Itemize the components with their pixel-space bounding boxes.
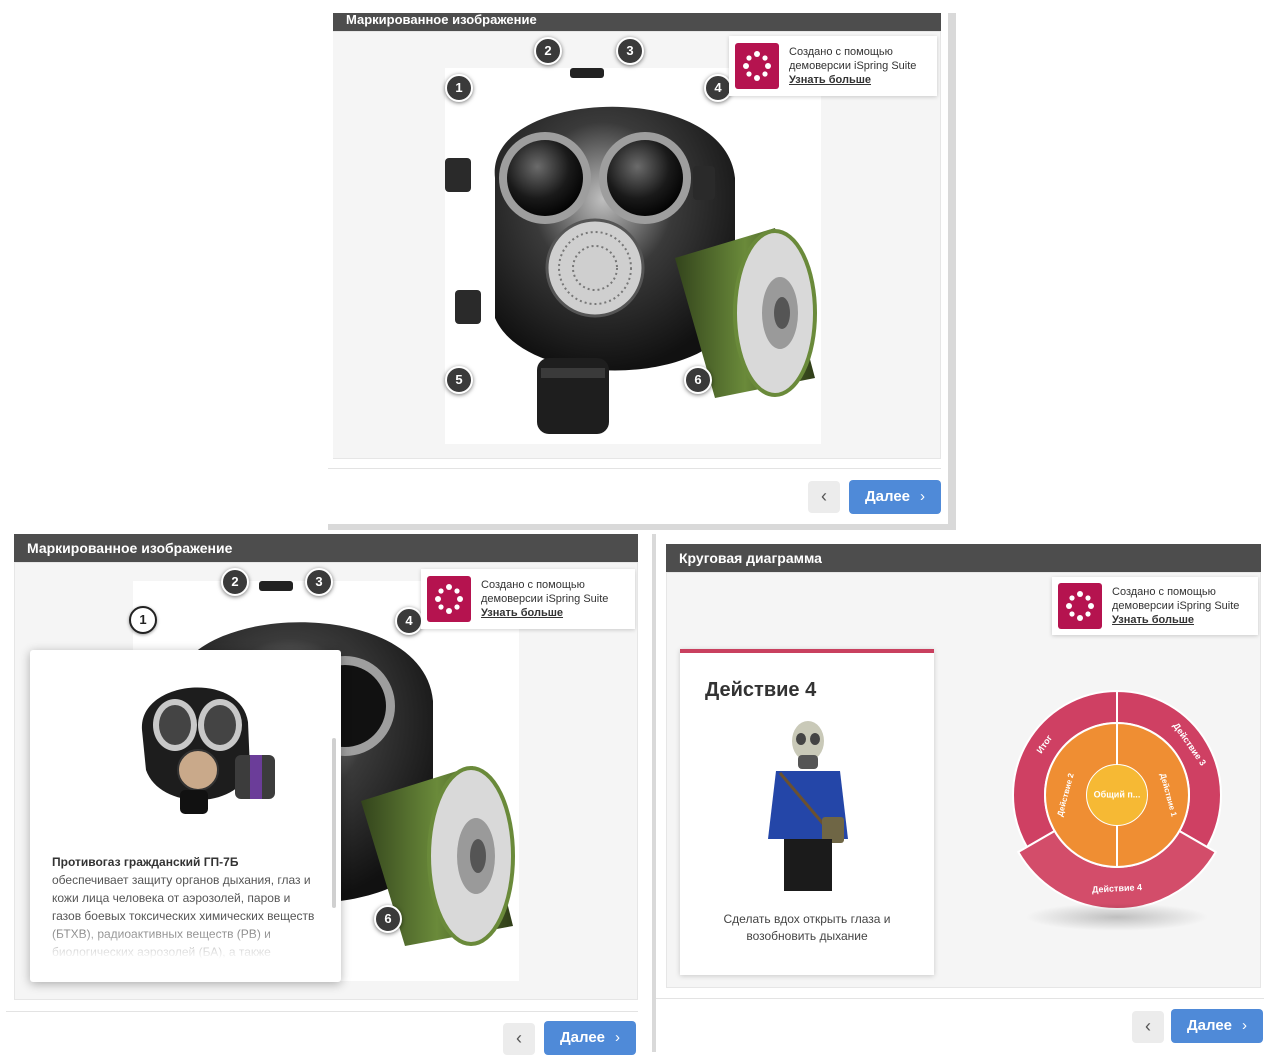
learn-more-link[interactable]: Узнать больше (481, 606, 608, 620)
ispring-demo-badge: Создано с помощью демоверсии iSpring Sui… (1052, 577, 1258, 635)
next-button[interactable]: Далее › (1171, 1009, 1263, 1043)
badge-line-2: демоверсии iSpring Suite (1112, 600, 1240, 612)
badge-line-1: Создано с помощью (481, 579, 585, 591)
marker-4[interactable]: 4 (395, 607, 423, 635)
slide-title-bar: Маркированное изображение (333, 13, 941, 31)
badge-text: Создано с помощью демоверсии iSpring Sui… (481, 578, 608, 620)
footer-divider (6, 1011, 638, 1012)
next-button[interactable]: Далее › (849, 480, 941, 514)
marker-5[interactable]: 5 (445, 366, 473, 394)
gas-mask-illustration (445, 68, 817, 434)
prev-button[interactable]: ‹ (808, 481, 840, 513)
panel-right-edge (948, 13, 956, 530)
chart-stage: Создано с помощью демоверсии iSpring Sui… (666, 572, 1261, 988)
marker-6[interactable]: 6 (684, 366, 712, 394)
radial-chart: Общий п... Действие 2 Действие 1 Итог Действ… (987, 665, 1247, 965)
info-card: Действие 4 Сделать вдох открыть глаза и … (680, 649, 934, 975)
popup-title: Противогаз гражданский ГП-7Б (52, 855, 239, 869)
bottom-right-slide-panel: Круговая диаграмма Создано с помощью дем… (656, 534, 1264, 1052)
learn-more-link[interactable]: Узнать больше (1112, 613, 1239, 627)
popup-description: обеспечивает защиту органов дыхания, гла… (52, 873, 315, 959)
chart-shadow (1025, 903, 1209, 931)
ispring-demo-badge: Создано с помощью демоверсии iSpring Sui… (729, 36, 937, 96)
badge-line-2: демоверсии iSpring Suite (481, 593, 609, 605)
gas-mask-image (445, 68, 821, 444)
footer-divider (656, 998, 1264, 999)
popup-scrollbar[interactable] (332, 738, 336, 908)
card-photo (758, 719, 858, 899)
slide-title: Маркированное изображение (27, 540, 233, 556)
badge-line-1: Создано с помощью (1112, 586, 1216, 598)
card-caption-line-1: Сделать вдох открыть глаза и (723, 912, 891, 926)
gas-mask-photo (141, 687, 275, 814)
badge-line-2: демоверсии iSpring Suite (789, 60, 917, 72)
ispring-logo-icon (1058, 583, 1102, 629)
marker-3[interactable]: 3 (305, 568, 333, 596)
next-button-label: Далее (1186, 1017, 1233, 1034)
learn-more-link[interactable]: Узнать больше (789, 73, 916, 87)
center-label: Общий п... (1094, 789, 1141, 799)
slide-title-bar: Маркированное изображение (14, 534, 638, 562)
panel-bottom-edge (328, 524, 956, 530)
slide-title: Маркированное изображение (346, 12, 537, 27)
next-button-label: Далее (864, 488, 911, 505)
card-caption-line-2: возобновить дыхание (746, 929, 868, 943)
next-button-label: Далее (559, 1029, 606, 1046)
marker-popup: Противогаз гражданский ГП-7Б обеспечивае… (30, 650, 341, 982)
ispring-demo-badge: Создано с помощью демоверсии iSpring Sui… (421, 569, 635, 629)
image-stage: 1 2 3 4 5 6 Создано с помощью демоверсии… (333, 31, 941, 459)
chevron-right-icon: › (1242, 1017, 1248, 1034)
marker-1-active[interactable]: 1 (129, 606, 157, 634)
card-caption: Сделать вдох открыть глаза и возобновить… (695, 911, 919, 945)
marker-4[interactable]: 4 (704, 74, 732, 102)
badge-text: Создано с помощью демоверсии iSpring Sui… (1112, 585, 1239, 627)
prev-button[interactable]: ‹ (1132, 1011, 1164, 1043)
popup-image (120, 670, 290, 820)
badge-text: Создано с помощью демоверсии iSpring Sui… (789, 45, 916, 87)
bottom-left-slide-panel: Маркированное изображение 2 3 4 6 Создан… (0, 534, 652, 1055)
marker-3[interactable]: 3 (616, 37, 644, 65)
ispring-logo-icon (735, 43, 779, 89)
prev-button[interactable]: ‹ (503, 1023, 535, 1055)
next-button[interactable]: Далее › (544, 1021, 636, 1055)
person-in-gas-mask-photo (768, 721, 848, 891)
marker-1[interactable]: 1 (445, 74, 473, 102)
badge-line-1: Создано с помощью (789, 46, 893, 58)
marker-6[interactable]: 6 (374, 905, 402, 933)
ispring-logo-icon (427, 576, 471, 622)
card-heading: Действие 4 (705, 679, 817, 701)
slide-title-bar: Круговая диаграмма (666, 544, 1261, 572)
top-slide-panel: Маркированное изображение 1 2 3 4 5 6 Со… (328, 13, 956, 530)
marker-2[interactable]: 2 (221, 568, 249, 596)
footer-divider (328, 468, 941, 469)
marker-2[interactable]: 2 (534, 37, 562, 65)
radial-chart-svg: Общий п...Действие 2 Действие 1Итог Действ… (1012, 689, 1222, 910)
slide-title: Круговая диаграмма (679, 550, 822, 566)
chevron-right-icon: › (920, 488, 926, 505)
chevron-right-icon: › (615, 1029, 621, 1046)
